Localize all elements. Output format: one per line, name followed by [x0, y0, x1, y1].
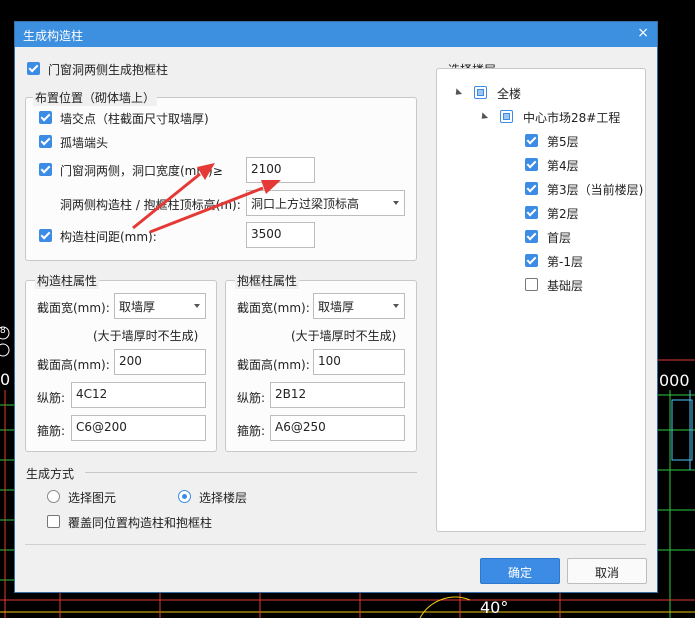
all-floors-label: 全楼: [497, 87, 522, 101]
wall-intersection-checkbox[interactable]: [39, 111, 52, 124]
footer-divider: [25, 544, 646, 545]
cad-small-number: 8: [0, 326, 6, 336]
column-note: (大于墙厚时不生成): [93, 329, 199, 343]
project-label: 中心市场28#工程: [523, 111, 621, 125]
frame-longbar-label: 纵筋:: [237, 391, 266, 405]
frame-column-checkbox[interactable]: [27, 62, 40, 75]
elevation-select-value: 洞口上方过梁顶标高: [251, 197, 360, 211]
floor-label: 第-1层: [547, 255, 583, 269]
frame-height-label: 截面高(mm):: [237, 358, 310, 372]
floor-label: 第5层: [547, 135, 579, 149]
floors-panel: [436, 68, 646, 532]
spacing-input[interactable]: 3500: [246, 222, 315, 248]
ok-button[interactable]: 确定: [480, 558, 560, 584]
wall-end-checkbox[interactable]: [39, 135, 52, 148]
frame-longbar-input[interactable]: 2B12: [270, 382, 405, 408]
frame-height-input[interactable]: 100: [313, 349, 405, 375]
floor-checkbox[interactable]: [525, 230, 538, 243]
door-window-sides-label: 门窗洞两侧，洞口宽度(mm)≥: [60, 164, 223, 178]
column-width-value: 取墙厚: [119, 300, 156, 314]
close-icon[interactable]: ×: [637, 25, 649, 41]
frame-width-label: 截面宽(mm):: [237, 301, 310, 315]
cancel-button[interactable]: 取消: [567, 558, 647, 584]
project-checkbox[interactable]: [500, 110, 513, 123]
overwrite-checkbox[interactable]: [47, 515, 60, 528]
overwrite-label: 覆盖同位置构造柱和抱框柱: [68, 516, 213, 530]
wall-end-label: 孤墙端头: [60, 136, 109, 150]
floor-label: 第2层: [547, 207, 579, 221]
placement-group-title: 布置位置（砌体墙上）: [33, 89, 158, 106]
floor-checkbox[interactable]: [525, 158, 538, 171]
dialog-title: 生成构造柱: [23, 29, 84, 43]
column-width-label: 截面宽(mm):: [37, 301, 110, 315]
frame-width-select[interactable]: 取墙厚: [313, 293, 405, 319]
frame-stirrup-label: 箍筋:: [237, 424, 266, 438]
cad-dimension-left: 0: [0, 370, 11, 389]
wall-intersection-label: 墙交点（柱截面尺寸取墙厚): [60, 112, 209, 126]
column-props-title: 构造柱属性: [35, 272, 100, 289]
elevation-label: 洞两侧构造柱 / 抱框柱顶标高(m):: [60, 198, 241, 212]
chevron-down-icon: [393, 304, 399, 308]
cad-dimension-right: 000: [659, 371, 690, 390]
frame-width-value: 取墙厚: [318, 300, 355, 314]
floor-label: 第4层: [547, 159, 579, 173]
door-window-sides-checkbox[interactable]: [39, 163, 52, 176]
chevron-down-icon: [194, 304, 200, 308]
floor-checkbox[interactable]: [525, 182, 538, 195]
generation-title: 生成方式: [26, 467, 75, 481]
floor-checkbox[interactable]: [525, 254, 538, 267]
floor-label: 基础层: [547, 279, 584, 293]
column-longbar-input[interactable]: 4C12: [71, 382, 206, 408]
chevron-down-icon: [393, 201, 399, 205]
cad-angle-label: 40°: [480, 598, 509, 617]
column-height-label: 截面高(mm):: [37, 358, 110, 372]
floor-label: 首层: [547, 231, 572, 245]
opening-width-input[interactable]: 2100: [246, 157, 315, 183]
column-longbar-label: 纵筋:: [37, 391, 66, 405]
elevation-select[interactable]: 洞口上方过梁顶标高: [246, 190, 405, 216]
select-floors-radio[interactable]: [178, 490, 191, 503]
frame-props-title: 抱框柱属性: [235, 272, 300, 289]
generation-divider: [85, 472, 417, 473]
frame-column-label: 门窗洞两侧生成抱框柱: [48, 63, 169, 77]
dialog-titlebar[interactable]: 生成构造柱 ×: [15, 22, 657, 47]
frame-stirrup-input[interactable]: A6@250: [270, 415, 405, 441]
floor-checkbox[interactable]: [525, 206, 538, 219]
column-height-input[interactable]: 200: [114, 349, 206, 375]
frame-note: (大于墙厚时不生成): [291, 329, 397, 343]
select-elements-radio[interactable]: [47, 490, 60, 503]
floor-label: 第3层（当前楼层): [547, 183, 644, 197]
select-elements-label: 选择图元: [68, 491, 117, 505]
generate-column-dialog: 生成构造柱 × 门窗洞两侧生成抱框柱 布置位置（砌体墙上） 墙交点（柱截面尺寸取…: [14, 21, 658, 593]
all-floors-checkbox[interactable]: [474, 86, 487, 99]
spacing-checkbox[interactable]: [39, 229, 52, 242]
floor-checkbox[interactable]: [525, 278, 538, 291]
column-width-select[interactable]: 取墙厚: [114, 293, 206, 319]
floor-checkbox[interactable]: [525, 134, 538, 147]
spacing-label: 构造柱间距(mm):: [60, 230, 157, 244]
column-stirrup-label: 箍筋:: [37, 424, 66, 438]
column-stirrup-input[interactable]: C6@200: [71, 415, 206, 441]
select-floors-label: 选择楼层: [199, 491, 248, 505]
